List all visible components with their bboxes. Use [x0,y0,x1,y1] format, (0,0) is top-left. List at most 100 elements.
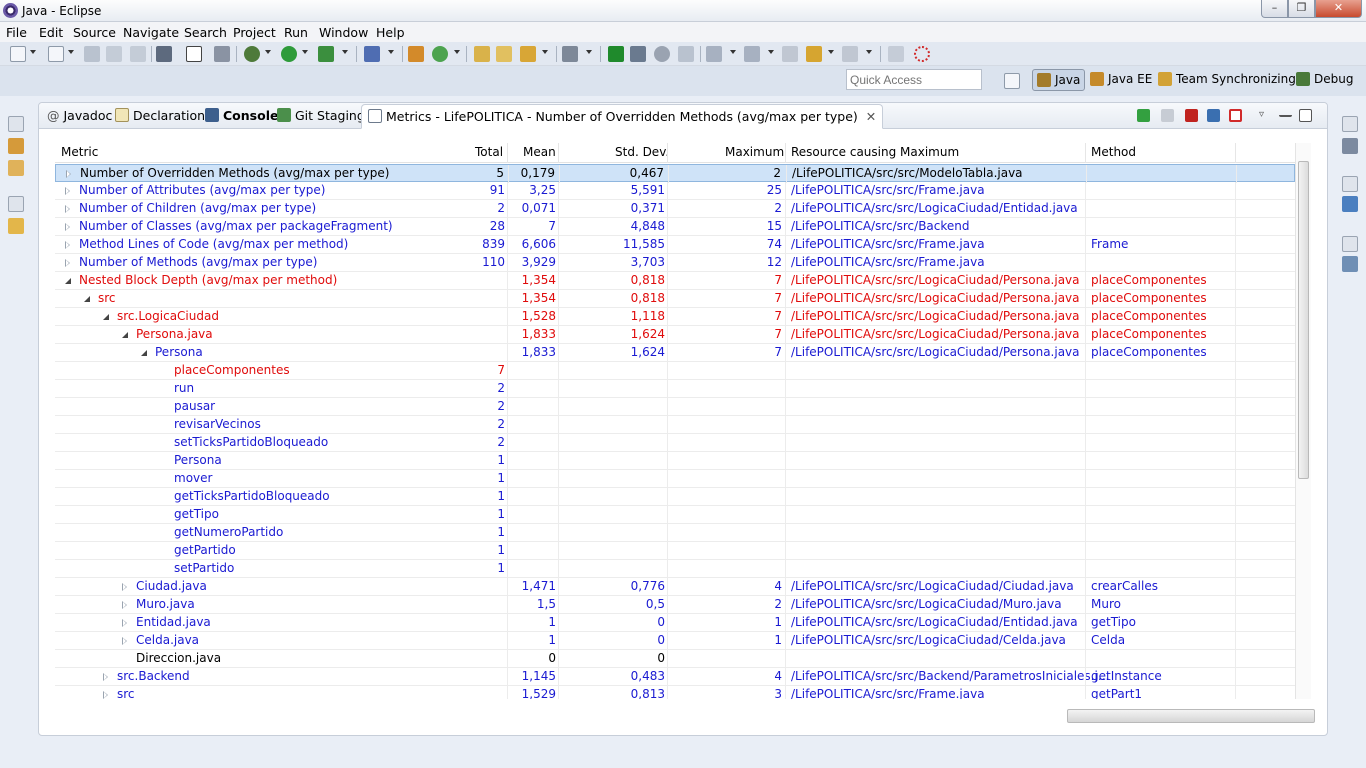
maximize-button[interactable]: ❐ [1288,0,1315,18]
table-row[interactable]: Number of Attributes (avg/max per type) 9… [55,182,1295,200]
search-dropdown-icon[interactable] [388,50,394,54]
header-metric[interactable]: Metric [61,145,98,159]
expand-icon[interactable] [122,583,127,591]
table-row[interactable]: Nested Block Depth (avg/max per method) 1… [55,272,1295,290]
previous-annotation-icon[interactable] [744,46,760,62]
minimize-button[interactable]: – [1261,0,1288,18]
tab-console[interactable]: Console [205,107,278,127]
table-row[interactable]: getTicksPartidoBloqueado 1 [55,488,1295,506]
save-all-icon[interactable] [106,46,122,62]
expand-icon[interactable] [65,187,70,195]
menu-file[interactable]: File [6,25,27,40]
table-row[interactable]: Celda.java 1 0 1/LifePOLITICA/src/src/Logic… [55,632,1295,650]
expand-icon[interactable] [65,223,70,231]
stop-icon[interactable] [1185,109,1198,122]
table-row[interactable]: Number of Overridden Methods (avg/max pe… [55,164,1295,183]
header-resource[interactable]: Resource causing Maximum [791,145,959,159]
table-row[interactable]: run 2 [55,380,1295,398]
collapse-icon[interactable] [84,296,90,302]
table-row[interactable]: getPartido 1 [55,542,1295,560]
expand-icon[interactable] [103,691,108,699]
expand-icon[interactable] [122,601,127,609]
table-row[interactable]: getTipo 1 [55,506,1295,524]
run-metrics-icon[interactable] [1137,109,1150,122]
open-perspective-icon[interactable] [1004,73,1020,89]
last-edit-location-icon[interactable] [782,46,798,62]
save-icon[interactable] [84,46,100,62]
collapse-icon[interactable] [103,314,109,320]
pause-icon[interactable] [1161,109,1174,122]
table-row[interactable]: src.LogicaCiudad 1,528 1,118 7/LifePOLITICA… [55,308,1295,326]
table-row[interactable]: setPartido 1 [55,560,1295,578]
restore-icon[interactable] [8,116,24,132]
package-explorer-icon[interactable] [8,138,24,154]
outline-icon[interactable] [1342,196,1358,212]
quick-access-input[interactable] [846,69,982,90]
menu-navigate[interactable]: Navigate [123,25,179,40]
table-row[interactable]: setTicksPartidoBloqueado 2 [55,434,1295,452]
table-row[interactable]: Number of Methods (avg/max per type) 110 3… [55,254,1295,272]
horizontal-scrollbar[interactable] [1067,709,1315,723]
table-row[interactable]: src.Backend 1,145 0,483 4/LifePOLITICA/src/… [55,668,1295,686]
next-annotation-icon[interactable] [706,46,722,62]
vertical-scrollbar[interactable] [1295,143,1311,699]
header-total[interactable]: Total [475,145,503,159]
view-menu-icon[interactable]: ▿ [1259,109,1272,122]
hand-icon[interactable] [678,46,694,62]
run-dropdown-icon[interactable] [302,50,308,54]
print-icon[interactable] [130,46,146,62]
perspective-debug[interactable]: Debug [1296,72,1353,86]
table-row[interactable]: Direccion.java 0 0 [55,650,1295,668]
task-list-icon[interactable] [1342,138,1358,154]
palette-icon[interactable] [1342,256,1358,272]
previous-edit-dropdown-icon[interactable] [586,50,592,54]
server-dropdown-icon[interactable] [454,50,460,54]
debug-dropdown-icon[interactable] [265,50,271,54]
table-row[interactable]: Muro.java 1,5 0,5 2/LifePOLITICA/src/src/Lo… [55,596,1295,614]
tab-git-staging[interactable]: Git Staging [277,107,365,127]
expand-icon[interactable] [65,205,70,213]
new-icon[interactable] [10,46,26,62]
table-row[interactable]: pausar 2 [55,398,1295,416]
external-tools-dropdown-icon[interactable] [342,50,348,54]
collapse-icon[interactable] [141,350,147,356]
restore-2-icon[interactable] [8,196,24,212]
expand-icon[interactable] [103,673,108,681]
new-dropdown-2-icon[interactable] [68,50,74,54]
export-icon[interactable] [1207,109,1220,122]
pin-editor-icon[interactable] [888,46,904,62]
skip-breakpoints-icon[interactable] [214,46,230,62]
header-method[interactable]: Method [1091,145,1136,159]
restore-right-2-icon[interactable] [1342,176,1358,192]
table-row[interactable]: Method Lines of Code (avg/max per method… [55,236,1295,254]
perspective-team-sync[interactable]: Team Synchronizing [1158,72,1296,86]
table-row[interactable]: Persona 1 [55,452,1295,470]
table-row[interactable]: src 1,354 0,818 7/LifePOLITICA/src/src/Logi… [55,290,1295,308]
resume-icon[interactable] [608,46,624,62]
maximize-view-icon[interactable] [1299,109,1312,122]
table-row[interactable]: src 1,529 0,813 3/LifePOLITICA/src/src/Fram… [55,686,1295,699]
tab-javadoc[interactable]: @ Javadoc [47,107,112,127]
new-server-icon[interactable] [432,46,448,62]
pen-dropdown-icon[interactable] [542,50,548,54]
menu-help[interactable]: Help [376,25,405,40]
menu-run[interactable]: Run [284,25,308,40]
scrollbar-thumb[interactable] [1298,161,1309,479]
expand-icon[interactable] [122,619,127,627]
menu-window[interactable]: Window [319,25,368,40]
expand-icon[interactable] [66,170,71,178]
table-row[interactable]: mover 1 [55,470,1295,488]
close-tab-icon[interactable]: ✕ [866,109,876,124]
table-row[interactable]: revisarVecinos 2 [55,416,1295,434]
previous-annotation-dropdown-icon[interactable] [768,50,774,54]
run-icon[interactable] [281,46,297,62]
forward-icon[interactable] [842,46,858,62]
open-file-icon[interactable] [496,46,512,62]
table-row[interactable]: Number of Classes (avg/max per packageFr… [55,218,1295,236]
table-row[interactable]: Ciudad.java 1,471 0,776 4/LifePOLITICA/src/… [55,578,1295,596]
menu-source[interactable]: Source [73,25,116,40]
new-class-icon[interactable] [408,46,424,62]
table-row[interactable]: Persona 1,833 1,624 7/LifePOLITICA/src/src/… [55,344,1295,362]
menu-search[interactable]: Search [184,25,227,40]
debug-icon[interactable] [244,46,260,62]
